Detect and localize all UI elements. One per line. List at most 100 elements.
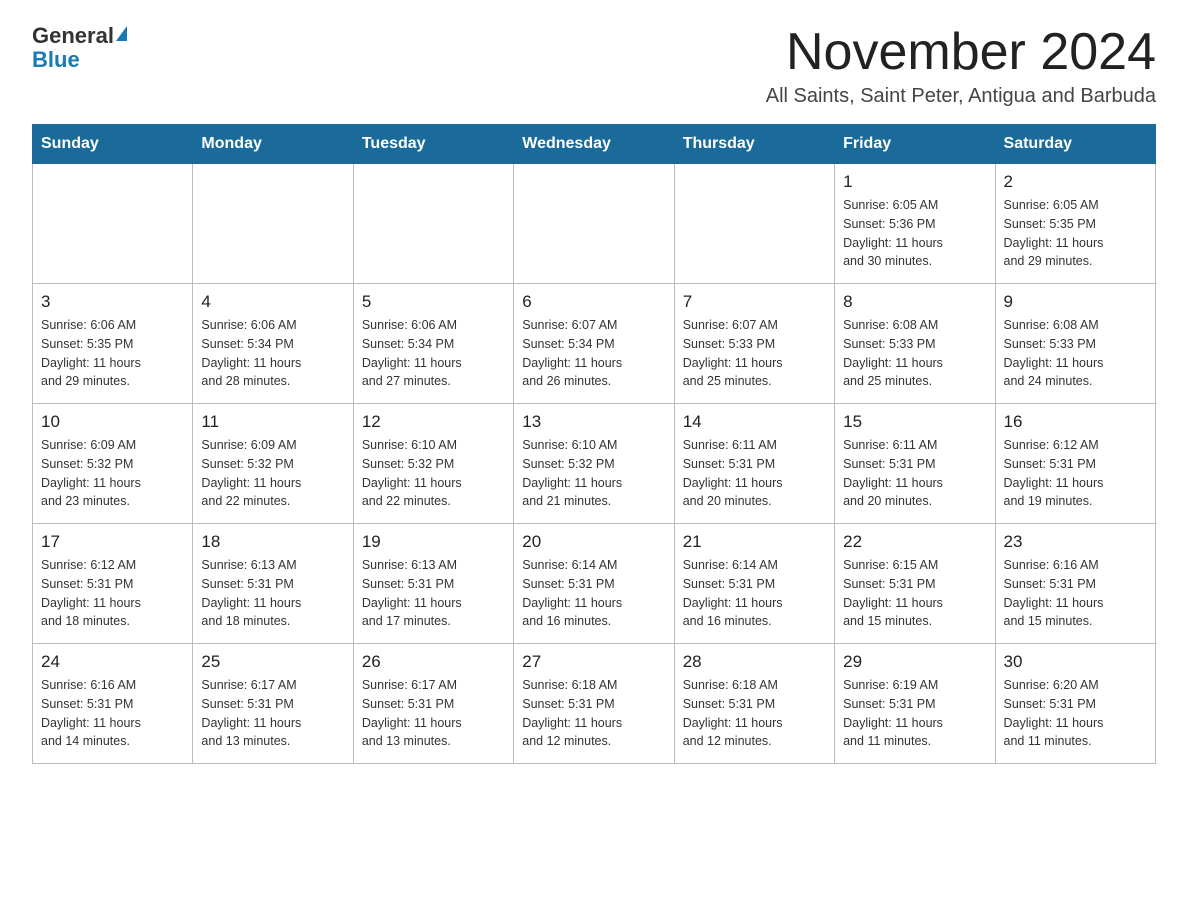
day-number: 6 <box>522 292 665 312</box>
day-info: Sunrise: 6:07 AM Sunset: 5:34 PM Dayligh… <box>522 316 665 391</box>
day-of-week-header: Tuesday <box>353 125 513 164</box>
day-info: Sunrise: 6:08 AM Sunset: 5:33 PM Dayligh… <box>843 316 986 391</box>
day-info: Sunrise: 6:17 AM Sunset: 5:31 PM Dayligh… <box>201 676 344 751</box>
day-number: 30 <box>1004 652 1147 672</box>
month-title: November 2024 <box>766 24 1156 81</box>
day-info: Sunrise: 6:19 AM Sunset: 5:31 PM Dayligh… <box>843 676 986 751</box>
calendar-week-row: 17 Sunrise: 6:12 AM Sunset: 5:31 PM Dayli… <box>33 524 1156 644</box>
day-info: Sunrise: 6:10 AM Sunset: 5:32 PM Dayligh… <box>362 436 505 511</box>
day-number: 17 <box>41 532 184 552</box>
logo: General Blue <box>32 24 127 72</box>
day-info: Sunrise: 6:12 AM Sunset: 5:31 PM Dayligh… <box>41 556 184 631</box>
day-info: Sunrise: 6:18 AM Sunset: 5:31 PM Dayligh… <box>522 676 665 751</box>
day-number: 13 <box>522 412 665 432</box>
calendar-cell: 5 Sunrise: 6:06 AM Sunset: 5:34 PM Daylig… <box>353 284 513 404</box>
calendar-cell: 23 Sunrise: 6:16 AM Sunset: 5:31 PM Dayli… <box>995 524 1155 644</box>
calendar-cell: 1 Sunrise: 6:05 AM Sunset: 5:36 PM Daylig… <box>835 164 995 284</box>
calendar-cell: 4Sunrise: 6:06 AM Sunset: 5:34 PM Daylig… <box>193 284 353 404</box>
calendar-cell: 2 Sunrise: 6:05 AM Sunset: 5:35 PM Daylig… <box>995 164 1155 284</box>
calendar-cell: 29 Sunrise: 6:19 AM Sunset: 5:31 PM Dayli… <box>835 644 995 764</box>
day-number: 9 <box>1004 292 1147 312</box>
day-info: Sunrise: 6:06 AM Sunset: 5:34 PM Dayligh… <box>201 316 344 391</box>
calendar-cell: 22 Sunrise: 6:15 AM Sunset: 5:31 PM Dayli… <box>835 524 995 644</box>
day-info: Sunrise: 6:11 AM Sunset: 5:31 PM Dayligh… <box>843 436 986 511</box>
day-number: 29 <box>843 652 986 672</box>
calendar-cell: 17 Sunrise: 6:12 AM Sunset: 5:31 PM Dayli… <box>33 524 193 644</box>
calendar-cell: 26Sunrise: 6:17 AM Sunset: 5:31 PM Dayli… <box>353 644 513 764</box>
header: General Blue November 2024 All Saints, S… <box>32 24 1156 108</box>
calendar-cell <box>674 164 834 284</box>
title-area: November 2024 All Saints, Saint Peter, A… <box>766 24 1156 108</box>
day-number: 11 <box>201 412 344 432</box>
day-number: 7 <box>683 292 826 312</box>
day-info: Sunrise: 6:17 AM Sunset: 5:31 PM Dayligh… <box>362 676 505 751</box>
calendar-cell: 28 Sunrise: 6:18 AM Sunset: 5:31 PM Dayli… <box>674 644 834 764</box>
day-number: 10 <box>41 412 184 432</box>
calendar-week-row: 1 Sunrise: 6:05 AM Sunset: 5:36 PM Daylig… <box>33 164 1156 284</box>
calendar-cell: 15 Sunrise: 6:11 AM Sunset: 5:31 PM Dayli… <box>835 404 995 524</box>
day-info: Sunrise: 6:13 AM Sunset: 5:31 PM Dayligh… <box>362 556 505 631</box>
day-info: Sunrise: 6:15 AM Sunset: 5:31 PM Dayligh… <box>843 556 986 631</box>
calendar-cell: 9 Sunrise: 6:08 AM Sunset: 5:33 PM Daylig… <box>995 284 1155 404</box>
day-number: 19 <box>362 532 505 552</box>
day-info: Sunrise: 6:05 AM Sunset: 5:35 PM Dayligh… <box>1004 196 1147 271</box>
calendar-cell: 18Sunrise: 6:13 AM Sunset: 5:31 PM Dayli… <box>193 524 353 644</box>
calendar-cell: 13 Sunrise: 6:10 AM Sunset: 5:32 PM Dayli… <box>514 404 674 524</box>
calendar-table: SundayMondayTuesdayWednesdayThursdayFrid… <box>32 124 1156 764</box>
day-number: 28 <box>683 652 826 672</box>
calendar-cell: 11 Sunrise: 6:09 AM Sunset: 5:32 PM Dayli… <box>193 404 353 524</box>
day-number: 22 <box>843 532 986 552</box>
calendar-cell: 3 Sunrise: 6:06 AM Sunset: 5:35 PM Daylig… <box>33 284 193 404</box>
calendar-cell: 19 Sunrise: 6:13 AM Sunset: 5:31 PM Dayli… <box>353 524 513 644</box>
day-number: 2 <box>1004 172 1147 192</box>
day-info: Sunrise: 6:06 AM Sunset: 5:34 PM Dayligh… <box>362 316 505 391</box>
day-info: Sunrise: 6:16 AM Sunset: 5:31 PM Dayligh… <box>1004 556 1147 631</box>
day-info: Sunrise: 6:08 AM Sunset: 5:33 PM Dayligh… <box>1004 316 1147 391</box>
day-number: 23 <box>1004 532 1147 552</box>
day-info: Sunrise: 6:14 AM Sunset: 5:31 PM Dayligh… <box>683 556 826 631</box>
calendar-cell: 8Sunrise: 6:08 AM Sunset: 5:33 PM Daylig… <box>835 284 995 404</box>
calendar-cell: 6 Sunrise: 6:07 AM Sunset: 5:34 PM Daylig… <box>514 284 674 404</box>
calendar-cell <box>353 164 513 284</box>
calendar-cell: 7 Sunrise: 6:07 AM Sunset: 5:33 PM Daylig… <box>674 284 834 404</box>
calendar-cell: 24Sunrise: 6:16 AM Sunset: 5:31 PM Dayli… <box>33 644 193 764</box>
header-row: SundayMondayTuesdayWednesdayThursdayFrid… <box>33 125 1156 164</box>
calendar-cell: 30 Sunrise: 6:20 AM Sunset: 5:31 PM Dayli… <box>995 644 1155 764</box>
day-of-week-header: Thursday <box>674 125 834 164</box>
calendar-cell: 12 Sunrise: 6:10 AM Sunset: 5:32 PM Dayli… <box>353 404 513 524</box>
day-of-week-header: Saturday <box>995 125 1155 164</box>
day-info: Sunrise: 6:07 AM Sunset: 5:33 PM Dayligh… <box>683 316 826 391</box>
day-number: 20 <box>522 532 665 552</box>
day-info: Sunrise: 6:10 AM Sunset: 5:32 PM Dayligh… <box>522 436 665 511</box>
logo-general-text: General <box>32 24 114 48</box>
calendar-body: 1 Sunrise: 6:05 AM Sunset: 5:36 PM Daylig… <box>33 164 1156 764</box>
day-info: Sunrise: 6:18 AM Sunset: 5:31 PM Dayligh… <box>683 676 826 751</box>
day-number: 1 <box>843 172 986 192</box>
calendar-week-row: 10 Sunrise: 6:09 AM Sunset: 5:32 PM Dayli… <box>33 404 1156 524</box>
day-number: 12 <box>362 412 505 432</box>
day-info: Sunrise: 6:12 AM Sunset: 5:31 PM Dayligh… <box>1004 436 1147 511</box>
day-info: Sunrise: 6:05 AM Sunset: 5:36 PM Dayligh… <box>843 196 986 271</box>
day-number: 15 <box>843 412 986 432</box>
calendar-header: SundayMondayTuesdayWednesdayThursdayFrid… <box>33 125 1156 164</box>
day-of-week-header: Friday <box>835 125 995 164</box>
calendar-cell: 21 Sunrise: 6:14 AM Sunset: 5:31 PM Dayli… <box>674 524 834 644</box>
day-number: 3 <box>41 292 184 312</box>
calendar-cell <box>514 164 674 284</box>
day-info: Sunrise: 6:06 AM Sunset: 5:35 PM Dayligh… <box>41 316 184 391</box>
day-info: Sunrise: 6:20 AM Sunset: 5:31 PM Dayligh… <box>1004 676 1147 751</box>
day-number: 18 <box>201 532 344 552</box>
day-number: 24 <box>41 652 184 672</box>
day-info: Sunrise: 6:09 AM Sunset: 5:32 PM Dayligh… <box>41 436 184 511</box>
day-number: 5 <box>362 292 505 312</box>
calendar-week-row: 24Sunrise: 6:16 AM Sunset: 5:31 PM Dayli… <box>33 644 1156 764</box>
day-info: Sunrise: 6:09 AM Sunset: 5:32 PM Dayligh… <box>201 436 344 511</box>
day-number: 27 <box>522 652 665 672</box>
logo-blue-text: Blue <box>32 48 80 72</box>
day-info: Sunrise: 6:11 AM Sunset: 5:31 PM Dayligh… <box>683 436 826 511</box>
calendar-cell <box>193 164 353 284</box>
day-number: 21 <box>683 532 826 552</box>
calendar-cell: 25Sunrise: 6:17 AM Sunset: 5:31 PM Dayli… <box>193 644 353 764</box>
location-subtitle: All Saints, Saint Peter, Antigua and Bar… <box>766 85 1156 108</box>
calendar-cell <box>33 164 193 284</box>
